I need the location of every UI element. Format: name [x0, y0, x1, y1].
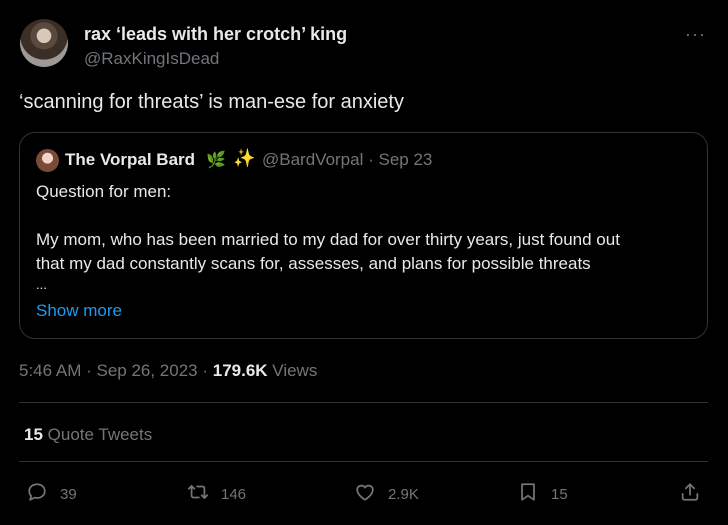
- quoted-author-name[interactable]: The Vorpal Bard: [65, 150, 195, 170]
- reply-button[interactable]: 39: [26, 481, 77, 508]
- like-button[interactable]: 2.9K: [354, 483, 419, 505]
- tweet-timestamp[interactable]: 5:46 AM · Sep 26, 2023 ·: [19, 361, 213, 380]
- sparkles-emoji: ✨: [233, 148, 256, 168]
- like-count: 2.9K: [388, 485, 419, 503]
- heart-icon: [354, 481, 376, 508]
- retweet-button[interactable]: 146: [187, 483, 246, 505]
- quoted-text-line: My mom, who has been married to my dad f…: [36, 230, 620, 249]
- views-label: Views: [267, 361, 318, 380]
- share-icon: [679, 481, 701, 508]
- sprout-emoji: 🌿: [206, 152, 226, 169]
- divider: [19, 461, 708, 462]
- quote-tweets-label: Quote Tweets: [42, 425, 153, 444]
- author-handle[interactable]: @RaxKingIsDead: [84, 49, 219, 69]
- tweet-text: ‘scanning for threats’ is man-ese for an…: [19, 91, 404, 113]
- bookmark-button[interactable]: 15: [517, 481, 568, 508]
- bookmark-count: 15: [551, 485, 568, 503]
- tweet-timestamp-row: 5:46 AM · Sep 26, 2023 · 179.6K Views: [19, 361, 317, 381]
- quoted-text-ellipsis: ...: [36, 277, 47, 292]
- quote-tweets-count: 15: [24, 425, 43, 444]
- quoted-text-line: that my dad constantly scans for, assess…: [36, 254, 591, 273]
- more-horizontal-icon[interactable]: ···: [685, 24, 706, 45]
- author-avatar[interactable]: [20, 19, 68, 67]
- bookmark-icon: [517, 481, 539, 508]
- quote-tweets-link[interactable]: 15 Quote Tweets: [24, 425, 152, 445]
- quoted-author-avatar[interactable]: [36, 149, 59, 172]
- retweet-icon: [187, 481, 209, 508]
- quoted-text-line: Question for men:: [36, 182, 172, 201]
- quoted-author-meta[interactable]: @BardVorpal · Sep 23: [262, 150, 432, 170]
- quoted-tweet-card[interactable]: The Vorpal Bard 🌿 ✨ @BardVorpal · Sep 23…: [19, 132, 708, 339]
- reply-icon: [26, 481, 48, 508]
- author-name[interactable]: rax ‘leads with her crotch’ king: [84, 24, 347, 45]
- reply-count: 39: [60, 485, 77, 503]
- divider: [19, 402, 708, 403]
- share-button[interactable]: [679, 481, 701, 508]
- show-more-link[interactable]: Show more: [36, 301, 122, 321]
- views-count: 179.6K: [212, 361, 268, 380]
- retweet-count: 146: [221, 485, 247, 503]
